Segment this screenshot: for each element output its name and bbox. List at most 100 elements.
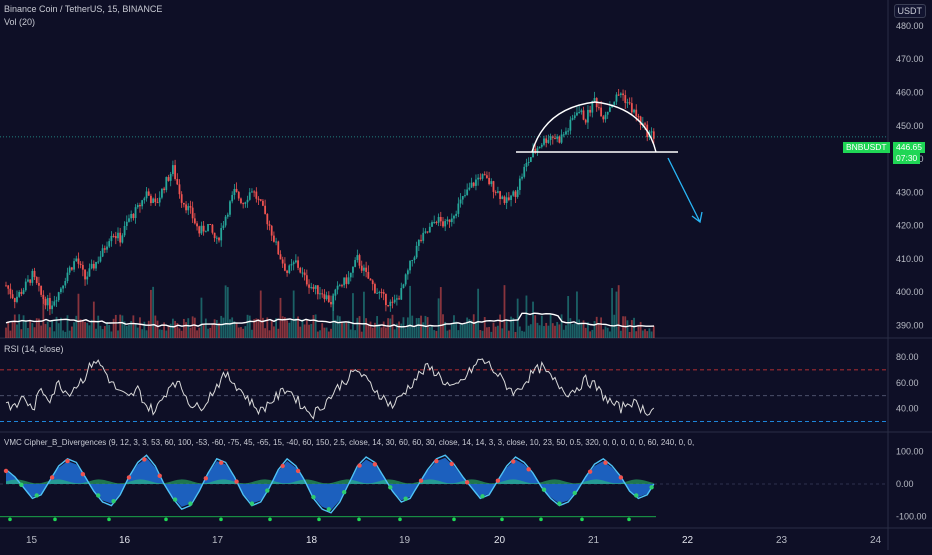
candle-body — [343, 277, 346, 286]
volume-bar — [341, 322, 343, 338]
candle-body — [556, 136, 559, 139]
candle-body — [176, 178, 179, 185]
volume-bar — [622, 316, 624, 338]
volume-bar — [635, 331, 638, 338]
candle-body — [560, 134, 563, 143]
volume-bar — [356, 317, 359, 338]
volume-bar — [404, 328, 407, 338]
candle-body — [226, 214, 229, 217]
volume-bar — [7, 321, 10, 338]
vmc-bottom-dot — [219, 517, 223, 522]
volume-bar — [551, 323, 554, 338]
candle-body — [73, 261, 75, 270]
candle-body — [316, 285, 319, 295]
candle-body — [81, 264, 84, 270]
vmc-signal-dot — [634, 493, 639, 498]
vmc-signal-dot — [3, 468, 9, 474]
volume-bar — [578, 319, 581, 338]
volume-bar — [161, 329, 163, 338]
volume-bar — [18, 314, 21, 338]
vmc-signal-dot — [434, 458, 439, 464]
volume-bar — [376, 316, 379, 338]
candle-body — [231, 194, 234, 202]
vmc-signal-dot — [219, 460, 224, 465]
candle-body — [516, 189, 519, 197]
candle-body — [437, 217, 440, 223]
candle-body — [209, 224, 212, 226]
volume-bar — [560, 314, 563, 338]
volume-bar — [547, 325, 550, 338]
candle-body — [602, 116, 605, 120]
volume-bar — [567, 296, 570, 338]
volume-bar — [158, 329, 161, 338]
volume-bar — [323, 327, 326, 338]
candle-body — [5, 285, 7, 287]
vmc-bottom-dot — [627, 517, 631, 522]
volume-bar — [604, 326, 607, 338]
candle-body — [490, 181, 493, 185]
candle-body — [222, 225, 225, 229]
volume-bar — [538, 325, 541, 338]
volume-bar — [360, 331, 363, 338]
chart-svg[interactable]: 480.00470.00460.00450.00440.00430.00420.… — [0, 0, 932, 550]
volume-bar — [57, 323, 60, 338]
candle-body — [457, 203, 460, 214]
time-tick-label: 20 — [494, 535, 506, 546]
candle-body — [336, 285, 339, 290]
candle-body — [279, 254, 282, 260]
volume-bar — [455, 321, 458, 338]
volume-bar — [16, 324, 18, 338]
candle-body — [108, 241, 111, 247]
candle-body — [277, 241, 280, 255]
candle-body — [84, 269, 86, 280]
candle-body — [29, 279, 32, 283]
vmc-signal-dot — [249, 501, 255, 506]
volume-bar — [347, 320, 350, 338]
volume-bar — [540, 315, 543, 338]
volume-bar — [22, 315, 25, 338]
volume-bar — [152, 286, 155, 338]
volume-bar — [117, 330, 119, 338]
volume-bar — [79, 319, 82, 338]
volume-bar — [174, 320, 176, 338]
volume-bar — [316, 331, 319, 338]
volume-bar — [626, 320, 629, 338]
candle-body — [525, 162, 528, 167]
candle-body — [130, 213, 133, 219]
volume-bar — [378, 325, 381, 338]
candle-body — [459, 199, 462, 204]
volume-bar — [409, 285, 411, 338]
volume-bar — [49, 327, 51, 338]
volume-bar — [453, 315, 455, 338]
volume-bar — [288, 322, 291, 338]
candle-body — [338, 285, 341, 287]
candle-body — [347, 277, 350, 284]
candle-body — [499, 191, 501, 199]
candle-body — [475, 179, 477, 186]
volume-bar — [352, 293, 354, 338]
volume-bar — [628, 331, 631, 338]
volume-bar — [277, 328, 280, 338]
candle-body — [121, 235, 124, 243]
candle-body — [415, 245, 418, 258]
volume-bar — [598, 323, 600, 338]
volume-bar — [650, 331, 653, 338]
candle-body — [644, 123, 646, 125]
volume-bar — [464, 323, 466, 338]
volume-bar — [73, 322, 75, 338]
candle-body — [132, 213, 135, 219]
volume-bar — [231, 317, 234, 338]
currency-button[interactable]: USDT — [893, 4, 926, 18]
candle-body — [395, 298, 398, 300]
volume-bar — [549, 314, 552, 338]
volume-bar — [103, 326, 106, 338]
vmc-money-flow — [6, 479, 654, 484]
rsi-title: RSI (14, close) — [4, 344, 64, 354]
candle-body — [376, 292, 379, 294]
volume-bar — [147, 320, 150, 338]
candle-body — [510, 195, 512, 200]
volume-bar — [521, 330, 523, 338]
vmc-tick-label: 100.00 — [896, 446, 924, 456]
vmc-signal-dot — [341, 489, 347, 495]
volume-bar — [95, 328, 97, 338]
